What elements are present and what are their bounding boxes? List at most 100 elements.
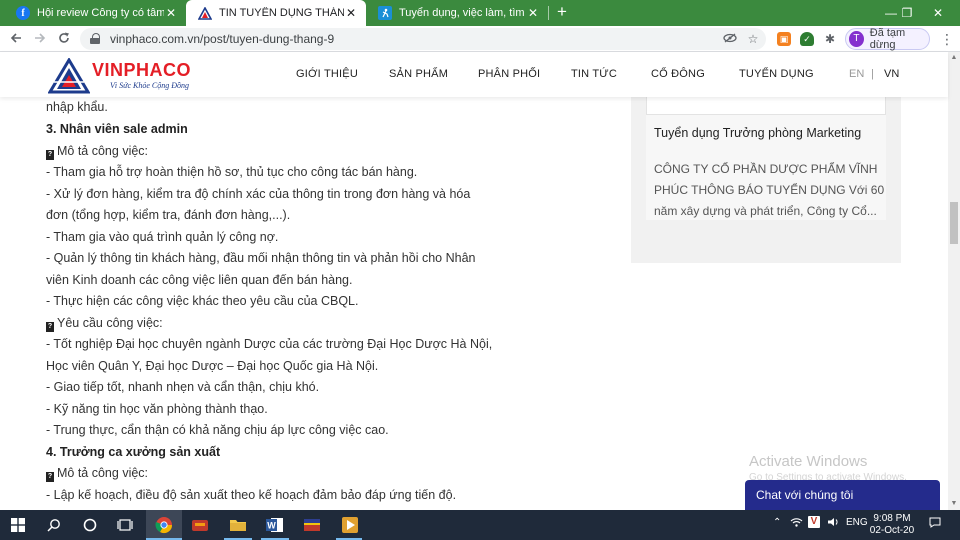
extension-icon[interactable]: ▣ xyxy=(777,32,791,46)
media-player-icon[interactable] xyxy=(340,515,360,535)
file-explorer-icon[interactable] xyxy=(228,515,248,535)
cortana-icon[interactable] xyxy=(80,515,100,535)
article-line: viên Kinh doanh các công việc liên quan … xyxy=(46,273,353,287)
related-post-excerpt: năm xây dựng và phát triển, Công ty Cổ..… xyxy=(654,204,877,218)
related-post-excerpt: PHÚC THÔNG BÁO TUYỂN DỤNG Với 60 xyxy=(654,183,885,197)
wifi-icon[interactable] xyxy=(790,517,803,530)
tab-vinphaco[interactable]: TIN TUYỂN DỤNG THÁNG 9-10 ✕ xyxy=(186,0,366,26)
address-bar[interactable]: vinphaco.com.vn/post/tuyen-dung-thang-9 … xyxy=(80,28,766,50)
reload-icon xyxy=(59,32,69,43)
logo-tagline: Vì Sức Khỏe Cộng Đồng xyxy=(110,81,190,90)
lang-en[interactable]: EN xyxy=(849,68,864,80)
search-icon[interactable] xyxy=(44,515,64,535)
article-line: - Tốt nghiệp Đại học chuyên ngành Dược c… xyxy=(46,337,493,351)
puzzle-extensions-icon[interactable]: ✱ xyxy=(823,32,837,46)
sidebar-card-bottom xyxy=(646,97,886,115)
section-heading: 3. Nhân viên sale admin xyxy=(46,122,188,136)
forward-button[interactable] xyxy=(30,29,50,49)
reload-button[interactable] xyxy=(54,29,74,49)
jobsite-icon xyxy=(378,6,392,20)
article-line: Học viên Quân Y, Đại học Dược – Đại học … xyxy=(46,359,379,373)
close-icon[interactable]: ✕ xyxy=(526,6,540,20)
profile-chip[interactable]: T Đã tạm dừng xyxy=(845,27,930,51)
close-icon[interactable]: ✕ xyxy=(344,6,358,20)
article-line: - Xử lý đơn hàng, kiểm tra độ chính xác … xyxy=(46,187,471,201)
article-line: - Trung thực, cẩn thận có khả năng chịu … xyxy=(46,423,389,437)
clock-time: 9:08 PM xyxy=(873,513,911,524)
lang-separator: | xyxy=(871,68,874,80)
article-line: - Thực hiện các công việc khác theo yêu … xyxy=(46,294,359,308)
article-line: - Tham gia vào quá trình quản lý công nợ… xyxy=(46,230,279,244)
arrow-left-icon xyxy=(10,33,21,43)
chevron-up-icon[interactable]: ⌃ xyxy=(773,517,781,528)
bookmark-star-icon[interactable]: ☆ xyxy=(746,32,760,46)
tab-title: TIN TUYỂN DỤNG THÁNG 9-10 xyxy=(219,7,344,19)
related-post-excerpt: CÔNG TY CỔ PHẦN DƯỢC PHẨM VĨNH xyxy=(654,162,878,176)
article-subhead: ? Mô tả công việc: xyxy=(46,144,149,160)
nav-tin-tuc[interactable]: TIN TỨC xyxy=(571,68,617,80)
logo-wordmark[interactable]: VINPHACO xyxy=(92,60,191,81)
nav-gioi-thieu[interactable]: GIỚI THIỆU xyxy=(296,68,358,80)
related-post-title[interactable]: Tuyển dụng Trưởng phòng Marketing xyxy=(654,126,861,140)
article-line: - Lập kế hoạch, điều độ sản xuất theo kế… xyxy=(46,488,457,502)
missing-glyph-icon: ? xyxy=(46,150,54,160)
activate-windows-title: Activate Windows xyxy=(749,453,868,470)
input-language[interactable]: ENG xyxy=(846,517,868,528)
vinphaco-icon xyxy=(198,6,212,20)
nav-san-pham[interactable]: SẢN PHẨM xyxy=(389,68,448,80)
related-post-card[interactable]: Tuyển dụng Trưởng phòng Marketing CÔNG T… xyxy=(646,115,886,220)
scroll-up-icon[interactable]: ▲ xyxy=(948,52,960,64)
browser-tab-strip: f Hội review Công ty có tâm! Góc ✕ TIN T… xyxy=(0,0,960,26)
close-icon[interactable]: ✕ xyxy=(164,6,178,20)
windows-taskbar: W ⌃ V ENG 9:08 PM 02-Oct-20 xyxy=(0,510,960,540)
profile-status: Đã tạm dừng xyxy=(869,27,906,51)
facebook-icon: f xyxy=(16,6,30,20)
tab-title: Tuyển dụng, việc làm, tìm việc là xyxy=(399,7,526,19)
notification-icon[interactable] xyxy=(929,517,941,531)
browser-toolbar: vinphaco.com.vn/post/tuyen-dung-thang-9 … xyxy=(0,26,960,52)
nav-phan-phoi[interactable]: PHÂN PHỐI xyxy=(478,68,540,80)
site-header: VINPHACO Vì Sức Khỏe Cộng Đồng GIỚI THIỆ… xyxy=(0,52,948,97)
article-line: - Kỹ năng tin học văn phòng thành thạo. xyxy=(46,402,268,416)
task-view-icon[interactable] xyxy=(115,515,135,535)
article-line: nhập khẩu. xyxy=(46,100,108,114)
app-icon[interactable] xyxy=(190,515,210,535)
chat-button[interactable]: Chat với chúng tôi xyxy=(745,480,940,510)
eye-off-icon[interactable] xyxy=(723,32,737,46)
tab-facebook[interactable]: f Hội review Công ty có tâm! Góc ✕ xyxy=(4,0,186,26)
address-url[interactable]: vinphaco.com.vn/post/tuyen-dung-thang-9 xyxy=(110,32,334,46)
nav-co-dong[interactable]: CỔ ĐÔNG xyxy=(651,68,705,80)
missing-glyph-icon: ? xyxy=(46,322,54,332)
missing-glyph-icon: ? xyxy=(46,472,54,482)
word-icon[interactable]: W xyxy=(265,515,285,535)
article-subhead: ? Mô tả công việc: xyxy=(46,466,149,482)
window-close-button[interactable]: ✕ xyxy=(916,0,960,26)
tab-jobsite[interactable]: Tuyển dụng, việc làm, tìm việc là ✕ xyxy=(366,0,548,26)
windows-start-icon[interactable] xyxy=(8,515,28,535)
more-menu-icon[interactable]: ⋮ xyxy=(940,31,954,47)
back-button[interactable] xyxy=(6,29,26,49)
article-line: - Tham gia hỗ trợ hoàn thiện hồ sơ, thủ … xyxy=(46,165,418,179)
nav-tuyen-dung[interactable]: TUYỂN DỤNG xyxy=(739,68,814,80)
article-line: - Giao tiếp tốt, nhanh nhẹn và cẩn thận,… xyxy=(46,380,320,394)
scroll-down-icon[interactable]: ▼ xyxy=(948,498,960,510)
volume-icon[interactable] xyxy=(827,517,839,530)
taskbar-clock[interactable]: 9:08 PM 02-Oct-20 xyxy=(867,513,917,537)
article-line: - Quản lý thông tin khách hàng, đầu mối … xyxy=(46,251,476,265)
avatar: T xyxy=(849,31,864,47)
scrollbar-thumb[interactable] xyxy=(950,202,958,244)
vietkey-icon[interactable]: V xyxy=(808,516,820,528)
new-tab-button[interactable]: + xyxy=(553,3,571,21)
arrow-right-icon xyxy=(35,33,46,43)
vinphaco-logo-icon[interactable] xyxy=(47,57,91,94)
app-icon[interactable] xyxy=(302,515,322,535)
tab-title: Hội review Công ty có tâm! Góc xyxy=(37,7,164,19)
chrome-icon[interactable] xyxy=(154,515,174,535)
sidebar-related-posts: Tuyển dụng Trưởng phòng Marketing CÔNG T… xyxy=(631,97,901,263)
article-line: đơn (tổng hợp, kiểm tra, đánh đơn hàng,.… xyxy=(46,208,291,222)
page-scrollbar[interactable]: ▲ ▼ xyxy=(948,52,960,510)
svg-text:W: W xyxy=(267,521,276,531)
article-subhead: ? Yêu cầu công việc: xyxy=(46,316,163,332)
shield-extension-icon[interactable]: ✓ xyxy=(800,32,814,46)
lang-vn[interactable]: VN xyxy=(884,68,899,80)
